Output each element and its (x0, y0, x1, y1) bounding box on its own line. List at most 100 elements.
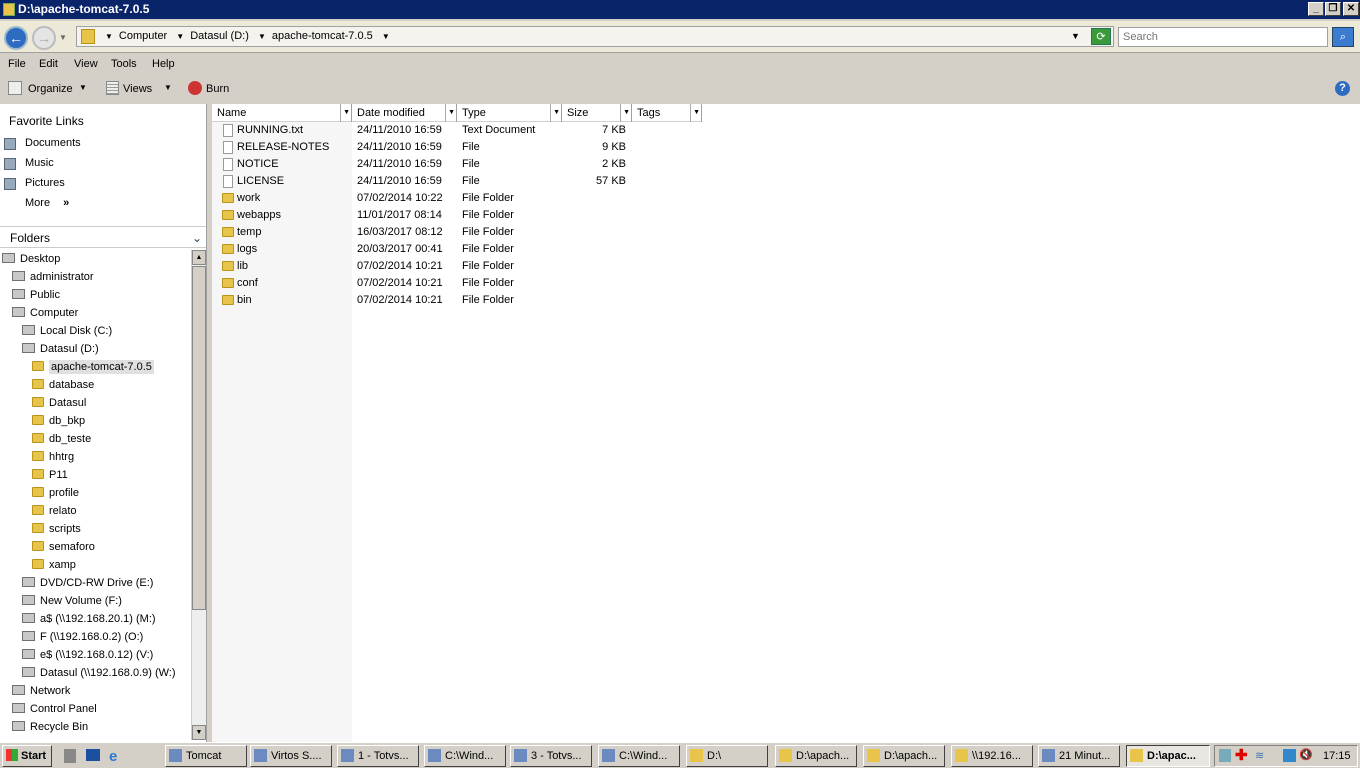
network-icon[interactable] (1283, 749, 1296, 762)
minimize-button[interactable]: _ (1308, 2, 1324, 16)
tree-scrollbar[interactable]: ▲ ▼ (191, 250, 206, 740)
tree-item[interactable]: New Volume (F:) (22, 595, 122, 607)
tree-item[interactable]: a$ (\\192.168.20.1) (M:) (22, 613, 156, 625)
tree-item[interactable]: Recycle Bin (12, 721, 88, 733)
tree-item[interactable]: xamp (32, 559, 76, 571)
file-row[interactable]: LICENSE 24/11/2010 16:59 File 57 KB (222, 173, 642, 190)
taskbar-button[interactable]: 21 Minut... (1038, 745, 1120, 767)
antivirus-icon[interactable]: ✚ (1235, 748, 1248, 763)
tray-icon[interactable] (1219, 749, 1231, 762)
tree-item[interactable]: Computer (12, 307, 78, 319)
search-input[interactable] (1118, 27, 1328, 47)
menu-edit[interactable]: Edit (39, 58, 58, 70)
tree-item[interactable]: e$ (\\192.168.0.12) (V:) (22, 649, 153, 661)
tree-item[interactable]: scripts (32, 523, 81, 535)
tree-item[interactable]: Datasul (\\192.168.0.9) (W:) (22, 667, 176, 679)
file-row[interactable]: work 07/02/2014 10:22 File Folder (222, 190, 642, 207)
file-row[interactable]: webapps 11/01/2017 08:14 File Folder (222, 207, 642, 224)
recent-pages-dropdown[interactable]: ▼ (59, 33, 67, 42)
taskbar-button[interactable]: 1 - Totvs... (337, 745, 419, 767)
views-dropdown[interactable]: ▼ (164, 83, 172, 92)
tree-item[interactable]: hhtrg (32, 451, 74, 463)
tree-item[interactable]: Datasul (D:) (22, 343, 99, 355)
menu-help[interactable]: Help (152, 58, 175, 70)
tree-item[interactable]: db_bkp (32, 415, 85, 427)
favorite-pictures[interactable]: Pictures (25, 177, 65, 189)
tree-item[interactable]: Desktop (2, 253, 60, 265)
breadcrumb-computer[interactable]: Computer (119, 30, 167, 42)
tree-item[interactable]: Control Panel (12, 703, 97, 715)
views-button[interactable]: Views (123, 83, 152, 95)
internet-explorer-icon[interactable]: e (109, 748, 117, 765)
clock[interactable]: 17:15 (1323, 750, 1351, 762)
tree-item[interactable]: Network (12, 685, 70, 697)
start-button[interactable]: Start (2, 745, 52, 767)
tree-item[interactable]: profile (32, 487, 79, 499)
burn-button[interactable]: Burn (206, 83, 229, 95)
breadcrumb[interactable]: ▼ Computer ▼ Datasul (D:) ▼ apache-tomcat-7… (76, 26, 1114, 47)
menu-file[interactable]: File (8, 58, 26, 70)
taskbar-button[interactable]: \\192.16... (951, 745, 1033, 767)
organize-dropdown[interactable]: ▼ (79, 83, 87, 92)
breadcrumb-datasul[interactable]: Datasul (D:) (190, 30, 249, 42)
favorite-more[interactable]: More » (25, 197, 69, 209)
show-desktop-icon[interactable] (86, 749, 100, 761)
taskbar-button[interactable]: C:\Wind... (598, 745, 680, 767)
folders-header[interactable]: Folders ⌄ (0, 226, 206, 248)
file-row[interactable]: NOTICE 24/11/2010 16:59 File 2 KB (222, 156, 642, 173)
volume-muted-icon[interactable]: 🔇 (1299, 748, 1313, 761)
search-icon[interactable]: ⌕ (1332, 27, 1354, 47)
forward-button[interactable]: → (32, 26, 56, 50)
taskbar-button[interactable]: Virtos S.... (250, 745, 332, 767)
file-row[interactable]: RELEASE-NOTES 24/11/2010 16:59 File 9 KB (222, 139, 642, 156)
column-header-type[interactable]: Type ▼ (457, 104, 562, 122)
favorite-documents[interactable]: Documents (25, 137, 81, 149)
tree-item[interactable]: Local Disk (C:) (22, 325, 112, 337)
tree-item[interactable]: F (\\192.168.0.2) (O:) (22, 631, 143, 643)
taskbar-button[interactable]: C:\Wind... (424, 745, 506, 767)
help-icon[interactable]: ? (1335, 81, 1350, 96)
tree-item[interactable]: semaforo (32, 541, 95, 553)
file-row[interactable]: lib 07/02/2014 10:21 File Folder (222, 258, 642, 275)
file-row[interactable]: logs 20/03/2017 00:41 File Folder (222, 241, 642, 258)
server-manager-icon[interactable] (64, 749, 76, 763)
tree-item[interactable]: database (32, 379, 94, 391)
scrollbar-thumb[interactable] (192, 266, 206, 610)
file-row[interactable]: conf 07/02/2014 10:21 File Folder (222, 275, 642, 292)
column-header-name[interactable]: Name ▼ (212, 104, 352, 122)
tree-item[interactable]: db_teste (32, 433, 91, 445)
column-filter-dropdown[interactable]: ▼ (620, 104, 630, 122)
taskbar-button[interactable]: D:\apac... (1126, 745, 1210, 767)
taskbar-button[interactable]: 3 - Totvs... (510, 745, 592, 767)
file-row[interactable]: bin 07/02/2014 10:21 File Folder (222, 292, 642, 309)
tree-item[interactable]: relato (32, 505, 77, 517)
taskbar-button[interactable]: Tomcat (165, 745, 247, 767)
taskbar-button[interactable]: D:\ (686, 745, 768, 767)
menu-view[interactable]: View (74, 58, 98, 70)
menu-tools[interactable]: Tools (111, 58, 137, 70)
tree-item[interactable]: Datasul (32, 397, 86, 409)
address-dropdown[interactable]: ▼ (1071, 27, 1080, 46)
refresh-icon[interactable]: ⟳ (1091, 28, 1111, 45)
tree-item[interactable]: DVD/CD-RW Drive (E:) (22, 577, 153, 589)
taskbar-button[interactable]: D:\apach... (863, 745, 945, 767)
back-button[interactable]: ← (4, 26, 28, 50)
tree-item[interactable]: P11 (32, 469, 68, 481)
column-filter-dropdown[interactable]: ▼ (445, 104, 455, 122)
tree-item[interactable]: Public (12, 289, 60, 301)
column-filter-dropdown[interactable]: ▼ (550, 104, 560, 122)
column-filter-dropdown[interactable]: ▼ (340, 104, 350, 122)
column-filter-dropdown[interactable]: ▼ (690, 104, 700, 122)
maximize-button[interactable]: ❐ (1325, 2, 1341, 16)
column-header-size[interactable]: Size ▼ (562, 104, 632, 122)
favorite-music[interactable]: Music (25, 157, 54, 169)
organize-button[interactable]: Organize (28, 83, 73, 95)
column-header-tags[interactable]: Tags ▼ (632, 104, 702, 122)
tree-item[interactable]: apache-tomcat-7.0.5 (32, 360, 154, 374)
close-button[interactable]: ✕ (1343, 2, 1359, 16)
wifi-icon[interactable]: ≋ (1255, 749, 1264, 762)
file-row[interactable]: RUNNING.txt 24/11/2010 16:59 Text Document… (222, 122, 642, 139)
taskbar-button[interactable]: D:\apach... (775, 745, 857, 767)
breadcrumb-apache[interactable]: apache-tomcat-7.0.5 (272, 30, 373, 42)
file-row[interactable]: temp 16/03/2017 08:12 File Folder (222, 224, 642, 241)
